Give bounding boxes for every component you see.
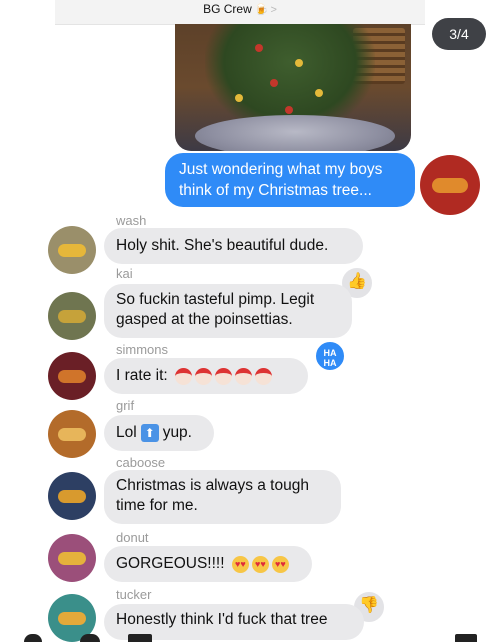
- message-text: I rate it:: [116, 367, 168, 384]
- toolbar-icon[interactable]: [24, 634, 42, 642]
- conversation-header[interactable]: BG Crew 🍺 >: [55, 0, 425, 25]
- message-bubble[interactable]: GORGEOUS!!!! ♥♥ ♥♥ ♥♥: [104, 546, 312, 582]
- sender-name: tucker: [116, 587, 152, 602]
- message-bubble[interactable]: Holy shit. She's beautiful dude.: [104, 228, 363, 264]
- up-arrow-emoji-icon: ⬆: [140, 424, 159, 442]
- heart-eyes-emoji-icon: ♥♥: [231, 555, 249, 573]
- tree-skirt: [195, 115, 395, 151]
- message-text: GORGEOUS!!!!: [116, 555, 225, 572]
- avatar-sender-self: [420, 155, 480, 215]
- group-name: BG Crew: [203, 2, 252, 16]
- sender-name: grif: [116, 398, 135, 413]
- sender-name: caboose: [116, 455, 166, 470]
- toolbar-icon[interactable]: [128, 634, 152, 642]
- heart-eyes-emoji-icon: ♥♥: [251, 555, 269, 573]
- avatar-kai: [48, 292, 96, 340]
- sent-message-bubble[interactable]: Just wondering what my boys think of my …: [165, 153, 415, 207]
- haha-tapback-icon: HA HA: [314, 340, 346, 372]
- sender-name: wash: [116, 213, 147, 228]
- message-text: Lol: [116, 424, 137, 441]
- santa-emoji-icon: [255, 367, 272, 385]
- sender-name: simmons: [116, 342, 169, 357]
- toolbar-icon[interactable]: [80, 634, 100, 642]
- avatar-wash: [48, 226, 96, 274]
- message-bubble[interactable]: I rate it:: [104, 358, 308, 394]
- bottom-toolbar: [0, 630, 500, 642]
- message-bubble[interactable]: Lol ⬆ yup.: [104, 415, 214, 451]
- avatar-donut: [48, 534, 96, 582]
- sender-name: donut: [116, 530, 149, 545]
- image-pager-badge: 3/4: [432, 18, 486, 50]
- beer-emoji-icon: 🍺: [254, 4, 269, 16]
- avatar-caboose: [48, 472, 96, 520]
- santa-emoji-icon: [215, 367, 232, 385]
- message-text: yup.: [162, 424, 192, 441]
- avatar-simmons: [48, 352, 96, 400]
- toolbar-icon[interactable]: [455, 634, 477, 642]
- christmas-tree-photo[interactable]: [175, 24, 411, 151]
- heart-eyes-emoji-icon: ♥♥: [271, 555, 289, 573]
- santa-emoji-icon: [235, 367, 252, 385]
- chevron-right-icon: >: [270, 4, 277, 16]
- message-bubble[interactable]: So fuckin tasteful pimp. Legit gasped at…: [104, 284, 352, 338]
- sender-name: kai: [116, 266, 133, 281]
- santa-emoji-icon: [175, 367, 192, 385]
- message-bubble[interactable]: Christmas is always a tough time for me.: [104, 470, 341, 524]
- avatar-grif: [48, 410, 96, 458]
- santa-emoji-icon: [195, 367, 212, 385]
